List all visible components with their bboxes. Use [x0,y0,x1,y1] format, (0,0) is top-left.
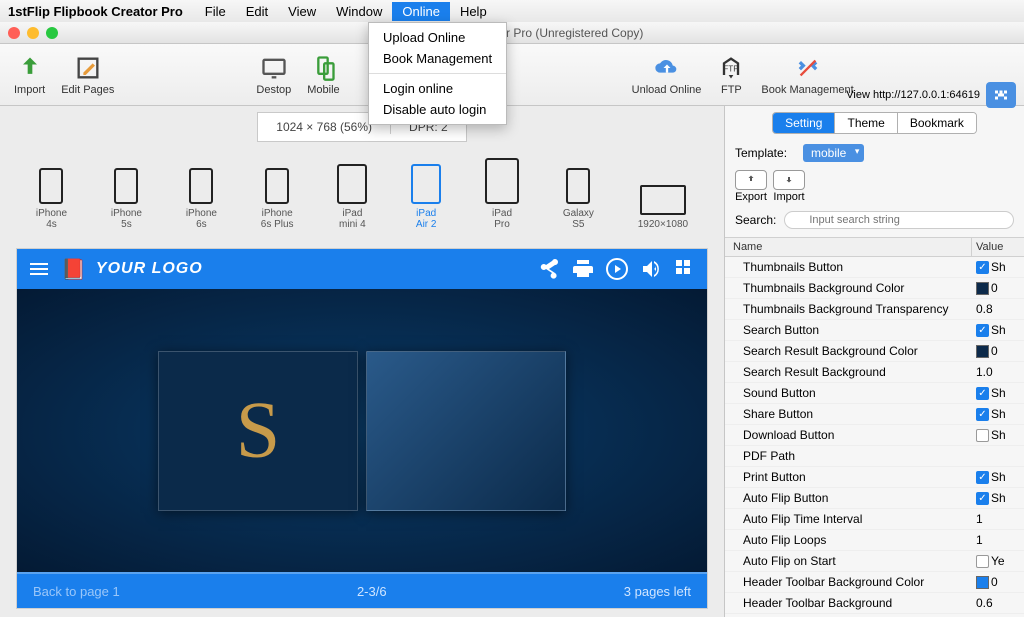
device-iphone[interactable]: iPhone 5s [107,164,146,234]
panel-tabs: SettingThemeBookmark [772,112,977,134]
dd-login-online[interactable]: Login online [369,78,506,99]
device-row: iPhone 4s iPhone 5s iPhone 6s iPhone 6s Plu… [0,142,724,240]
device-ipad[interactable]: iPad Air 2 [407,160,445,234]
prop-row[interactable]: Print Button✓Sh [725,467,1024,488]
prop-row[interactable]: Auto Flip Time Interval1 [725,509,1024,530]
left-area: 1024 × 768 (56%) DPR: 2 iPhone 4siPhone … [0,106,724,617]
svg-text:FTP: FTP [724,64,740,73]
app-name: 1stFlip Flipbook Creator Pro [8,4,183,19]
prop-row[interactable]: Thumbnails Background Color0 [725,278,1024,299]
menu-help[interactable]: Help [450,2,497,21]
edit-pages-button[interactable]: Edit Pages [55,54,120,96]
prop-row[interactable]: Auto Flip on StartYe [725,551,1024,572]
menu-file[interactable]: File [195,2,236,21]
prop-row[interactable]: Search Result Background1.0 [725,362,1024,383]
window-title: 1stFlip Flipbook Creator Pro (Unregister… [10,26,1016,40]
prop-row[interactable]: Search Button✓Sh [725,320,1024,341]
menu-online[interactable]: Online [392,2,450,21]
right-panel: SettingThemeBookmark Template: mobile Ex… [724,106,1024,617]
device-ipad[interactable]: iPad mini 4 [333,160,371,234]
menu-view[interactable]: View [278,2,326,21]
device-galaxy[interactable]: Galaxy S5 [559,164,598,234]
export-button[interactable]: Export [735,170,767,203]
dd-disable-auto-login[interactable]: Disable auto login [369,99,506,120]
page-left [158,351,358,511]
device-iphone[interactable]: iPhone 6s Plus [257,164,298,234]
dd-book-management[interactable]: Book Management [369,48,506,69]
play-icon[interactable] [605,257,629,281]
import-button[interactable]: Import [773,170,805,203]
book-management-button[interactable]: Book Management [755,54,859,96]
flipbook-header: 📕 YOUR LOGO [17,249,707,289]
page-right [366,351,566,511]
window: 1stFlip Flipbook Creator Pro (Unregister… [0,22,1024,617]
share-icon[interactable] [537,257,561,281]
preview: 📕 YOUR LOGO Back to page 1 2-3/6 3 [16,248,708,609]
footer-pages: 2-3/6 [357,584,387,599]
ftp-button[interactable]: FTPFTP [711,54,751,96]
prop-row[interactable]: Thumbnails Button✓Sh [725,257,1024,278]
prop-row[interactable]: Download ButtonSh [725,425,1024,446]
sound-icon[interactable] [639,257,663,281]
device-iphone[interactable]: iPhone 4s [32,164,71,234]
network-icon[interactable] [986,82,1016,108]
device-iphone[interactable]: iPhone 6s [182,164,221,234]
device-ipad[interactable]: iPad Pro [481,154,523,234]
view-url: View http://127.0.0.1:64619 [846,89,980,101]
search-label: Search: [735,213,776,227]
mobile-button[interactable]: Mobile [301,54,345,96]
prop-row[interactable]: Header Toolbar Background0.6 [725,593,1024,614]
print-icon[interactable] [571,257,595,281]
col-value: Value [972,238,1024,256]
col-name: Name [725,238,972,256]
destop-button[interactable]: Destop [250,54,297,96]
prop-row[interactable]: Search Result Background Color0 [725,341,1024,362]
unload-online-button[interactable]: Unload Online [626,54,708,96]
prop-row[interactable]: Auto Flip Button✓Sh [725,488,1024,509]
device-1920-1080[interactable]: 1920×1080 [634,181,692,234]
property-table: Name Value Thumbnails Button✓ShThumbnail… [725,237,1024,617]
tab-setting[interactable]: Setting [773,113,834,133]
menu-window[interactable]: Window [326,2,392,21]
logo-text: YOUR LOGO [96,260,203,278]
flipbook-body[interactable] [17,289,707,572]
grid-icon[interactable] [673,257,697,281]
dd-upload-online[interactable]: Upload Online [369,27,506,48]
toolbar: ImportEdit Pages DestopMobile Unload Onl… [0,44,1024,106]
prop-row[interactable]: Header Toolbar Background Color0 [725,572,1024,593]
footer-back[interactable]: Back to page 1 [33,584,120,599]
prop-row[interactable]: Thumbnails Background Transparency0.8 [725,299,1024,320]
online-dropdown: Upload OnlineBook Management Login online… [368,22,507,125]
prop-row[interactable]: Sound Button✓Sh [725,383,1024,404]
tab-theme[interactable]: Theme [834,113,896,133]
template-label: Template: [735,146,797,160]
titlebar: 1stFlip Flipbook Creator Pro (Unregister… [0,22,1024,44]
book-icon: 📕 [61,257,86,282]
content: 1024 × 768 (56%) DPR: 2 iPhone 4siPhone … [0,106,1024,617]
tab-bookmark[interactable]: Bookmark [897,113,976,133]
prop-row[interactable]: PDF Path [725,446,1024,467]
footer-right: 3 pages left [624,584,691,599]
menu-icon[interactable] [27,257,51,281]
template-select[interactable]: mobile [803,144,864,162]
menubar: 1stFlip Flipbook Creator Pro FileEditVie… [0,0,1024,22]
flipbook-footer: Back to page 1 2-3/6 3 pages left [17,572,707,608]
search-input[interactable] [784,211,1014,229]
prop-row[interactable]: Auto Flip Loops1 [725,530,1024,551]
import-button[interactable]: Import [8,54,51,96]
menu-edit[interactable]: Edit [236,2,278,21]
prop-row[interactable]: Share Button✓Sh [725,404,1024,425]
